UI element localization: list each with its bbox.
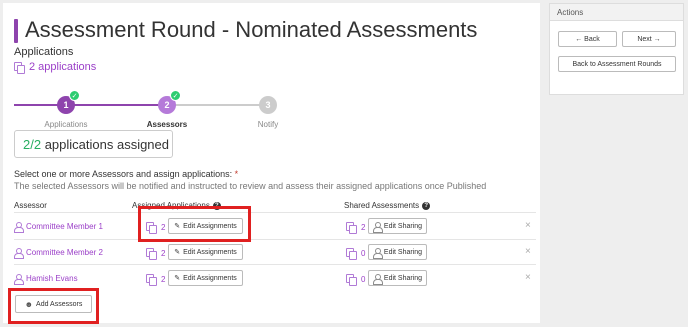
shared-count: 0 [346,274,366,286]
back-button[interactable]: ← Back [558,31,617,47]
row-divider [14,239,536,240]
row-divider [14,212,536,213]
title-accent-bar [14,19,18,43]
applications-label: Applications [14,46,74,58]
applications-link[interactable]: 2 applications [14,61,97,74]
step-3-label: Notify [257,120,279,129]
edit-sharing-button[interactable]: Edit Sharing [368,244,427,260]
step-2-check-icon: ✓ [170,90,181,101]
assessor-name: Committee Member 1 [26,222,103,231]
assessor-link[interactable]: Hamish Evans [14,274,78,285]
step-1-check-icon: ✓ [69,90,80,101]
copy-icon [346,248,357,260]
assigned-count: 2 [146,274,166,286]
assessor-link[interactable]: Committee Member 2 [14,248,103,259]
remove-icon[interactable]: × [525,220,531,231]
step-3-circle: 3 [259,96,277,114]
header-assessor-label: Assessor [14,201,47,210]
row-divider [14,264,536,265]
user-icon [372,273,383,285]
copy-icon [146,248,157,260]
user-icon [372,247,383,259]
edit-assignments-label: Edit Assignments [183,248,237,256]
header-assessor: Assessor [14,201,47,210]
shared-count-value: 0 [361,249,366,258]
shared-count-value: 0 [361,275,366,284]
edit-sharing-button[interactable]: Edit Sharing [368,218,427,234]
page-title: Assessment Round - Nominated Assessments [25,17,478,42]
assignment-summary: 2/2 applications assigned [14,130,173,158]
remove-icon[interactable]: × [525,246,531,257]
assigned-ratio: 2/2 [23,136,42,152]
header-shared: Shared Assessments ? [344,201,431,210]
add-assessors-button[interactable]: ☻ Add Assessors [15,295,92,313]
user-icon [14,248,24,259]
assigned-count: 2 [146,248,166,260]
shared-count: 2 [346,222,366,234]
user-icon [372,221,383,233]
edit-assignments-button[interactable]: ✎ Edit Assignments [168,270,243,286]
back-to-rounds-button[interactable]: Back to Assessment Rounds [558,56,676,72]
edit-sharing-label: Edit Sharing [383,274,423,282]
remove-icon[interactable]: × [525,272,531,283]
instructions-line-2: The selected Assessors will be notified … [14,181,487,191]
add-assessors-label: Add Assessors [36,300,83,308]
edit-assignments-button[interactable]: ✎ Edit Assignments [168,244,243,260]
assigned-count-value: 2 [161,275,166,284]
pencil-icon: ✎ [174,275,181,282]
edit-sharing-label: Edit Sharing [383,222,423,230]
edit-sharing-button[interactable]: Edit Sharing [368,270,427,286]
assigned-count-value: 2 [161,249,166,258]
instructions-text: Select one or more Assessors and assign … [14,169,235,179]
user-icon [14,274,24,285]
shared-count-value: 2 [361,223,366,232]
required-mark: * [234,169,239,179]
pencil-icon: ✎ [174,249,181,256]
assigned-text: applications assigned [41,136,169,152]
assessor-name: Hamish Evans [26,274,78,283]
help-icon[interactable]: ? [422,201,431,210]
step-1-label: Applications [44,120,88,129]
stepper-line-complete [14,104,167,106]
shared-count: 0 [346,248,366,260]
highlight-box [138,206,251,242]
assessor-link[interactable]: Committee Member 1 [14,222,103,233]
edit-sharing-label: Edit Sharing [383,248,423,256]
applications-link-text: 2 applications [29,61,97,73]
group-icon: ☻ [24,299,34,309]
user-icon [14,222,24,233]
copy-icon [146,274,157,286]
step-2-label: Assessors [146,120,188,129]
actions-header: Actions [550,4,683,21]
actions-panel: Actions ← Back Next → Back to Assessment… [549,3,684,95]
next-button[interactable]: Next → [622,31,676,47]
header-shared-label: Shared Assessments [344,201,420,210]
copy-icon [346,222,357,234]
copy-icon [14,61,25,74]
copy-icon [346,274,357,286]
edit-assignments-label: Edit Assignments [183,274,237,282]
assessor-name: Committee Member 2 [26,248,103,257]
instructions-line-1: Select one or more Assessors and assign … [14,169,238,179]
main-panel: Assessment Round - Nominated Assessments… [3,3,540,324]
stepper-line-pending [167,104,267,106]
